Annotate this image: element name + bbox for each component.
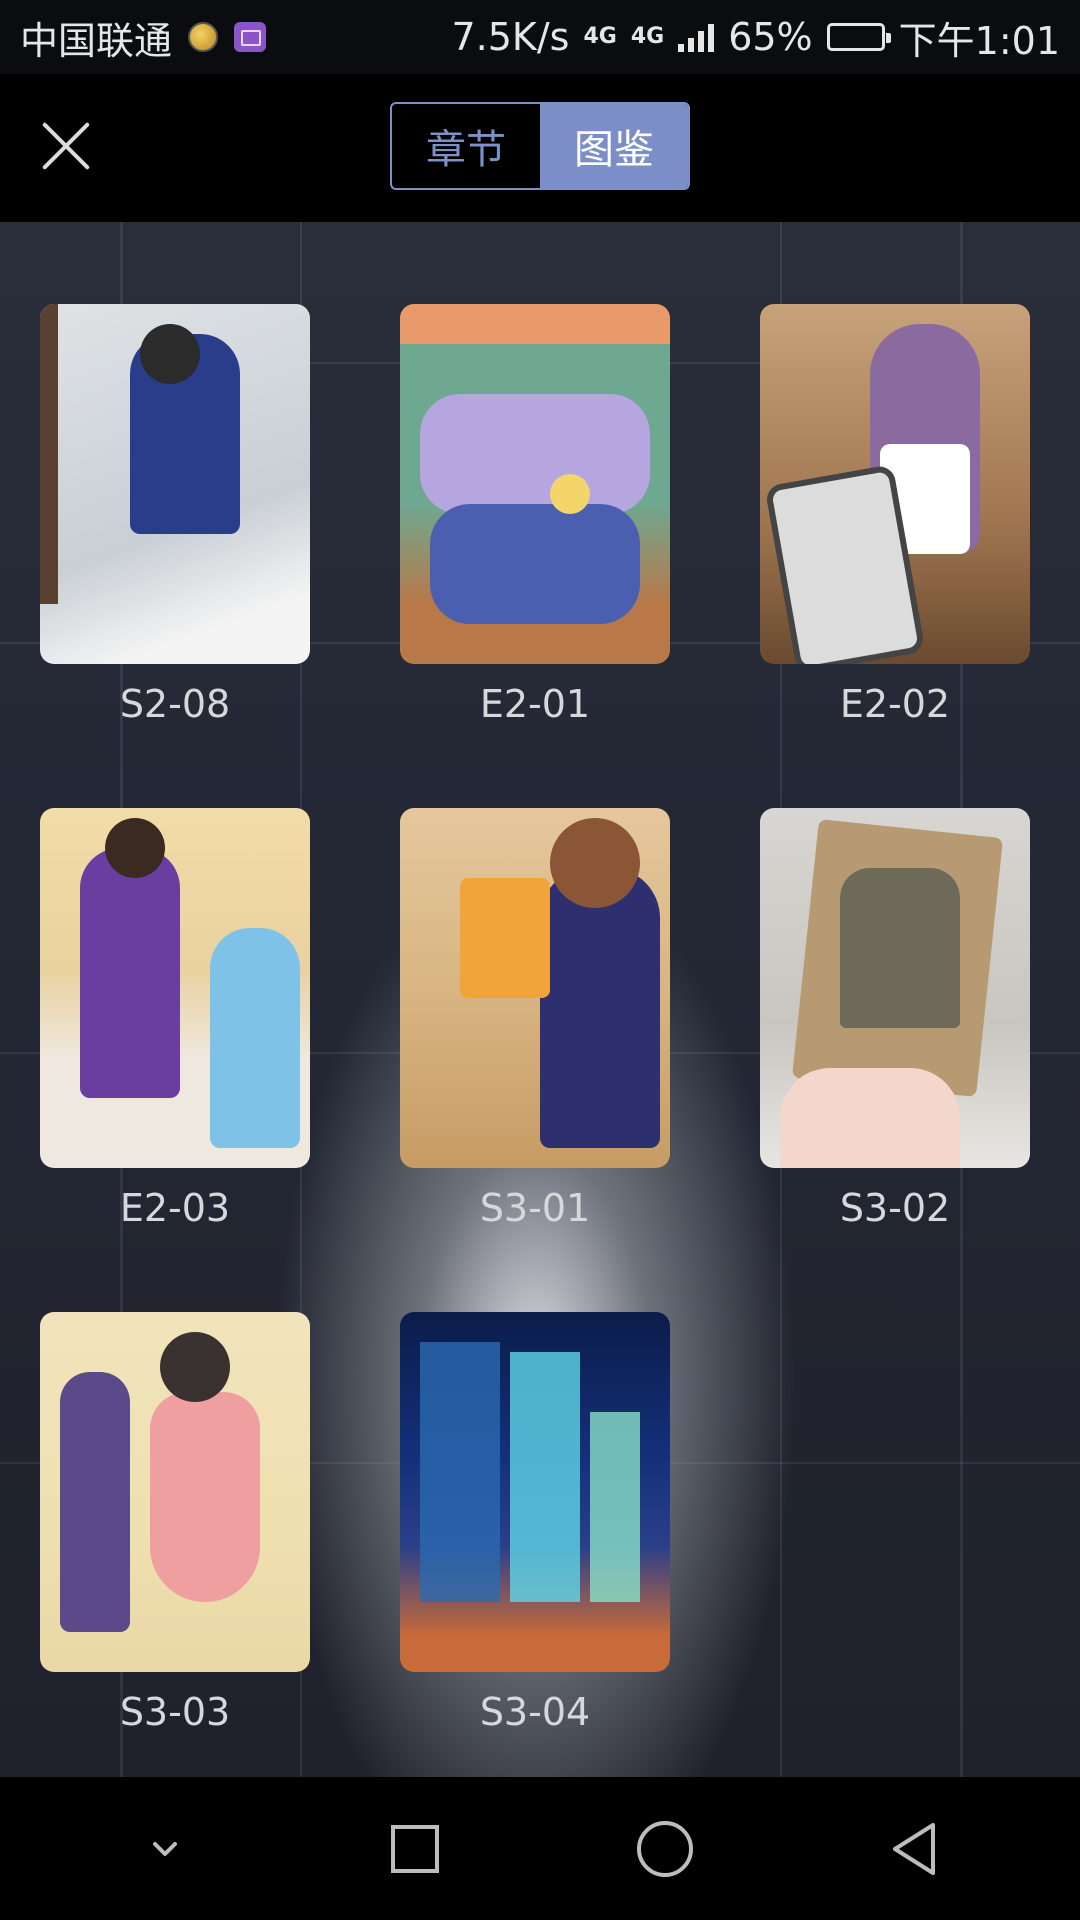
gallery-item: E2-01 xyxy=(400,304,670,726)
close-icon[interactable] xyxy=(38,118,94,174)
battery-percent: 65% xyxy=(728,15,813,59)
gallery-thumbnail[interactable] xyxy=(760,304,1030,664)
app-notification-icon xyxy=(188,22,219,52)
network-type-1: 4G xyxy=(583,24,617,49)
signal-strength-icon xyxy=(678,22,715,52)
gallery-item: E2-03 xyxy=(40,808,310,1230)
tab-gallery[interactable]: 图鉴 xyxy=(540,104,688,188)
gallery-item-label: S3-03 xyxy=(119,1690,231,1734)
chevron-down-icon xyxy=(153,1841,177,1856)
status-bar: 中国联通 7.5K/s 4G 4G 65% 下午1:01 xyxy=(0,0,1080,74)
gallery-thumbnail[interactable] xyxy=(40,808,310,1168)
gallery-thumbnail[interactable] xyxy=(760,808,1030,1168)
gallery-item: S3-03 xyxy=(40,1312,310,1734)
gallery-item: S3-02 xyxy=(760,808,1030,1230)
gallery-thumbnail[interactable] xyxy=(400,808,670,1168)
battery-icon xyxy=(826,23,891,51)
gallery-thumbnail[interactable] xyxy=(400,1312,670,1672)
gallery-item: E2-02 xyxy=(760,304,1030,726)
gallery-content: S2-08 E2-01 E2-02 E2-03 S3-01 S3-02 S3-0… xyxy=(0,222,1080,1777)
gallery-item: S2-08 xyxy=(40,304,310,726)
gallery-thumbnail[interactable] xyxy=(40,304,310,664)
gallery-notification-icon xyxy=(234,22,267,52)
gallery-item: S3-01 xyxy=(400,808,670,1230)
network-speed: 7.5K/s xyxy=(451,15,570,59)
gallery-item-label: S3-04 xyxy=(479,1690,591,1734)
gallery-thumbnail[interactable] xyxy=(40,1312,310,1672)
nav-hide-button[interactable] xyxy=(110,1794,220,1904)
clock: 下午1:01 xyxy=(898,18,1060,63)
navigation-bar xyxy=(0,1777,1080,1920)
gallery-item-label: E2-01 xyxy=(479,682,591,726)
header: 章节 图鉴 xyxy=(0,74,1080,222)
gallery-thumbnail[interactable] xyxy=(400,304,670,664)
nav-back-button[interactable] xyxy=(860,1794,970,1904)
square-icon xyxy=(391,1824,439,1873)
gallery-item-label: S2-08 xyxy=(119,682,231,726)
nav-recents-button[interactable] xyxy=(360,1794,470,1904)
tab-chapters[interactable]: 章节 xyxy=(392,104,540,188)
tab-switcher: 章节 图鉴 xyxy=(390,102,690,190)
gallery-item-label: E2-02 xyxy=(839,682,951,726)
carrier-name: 中国联通 xyxy=(20,18,173,63)
gallery-item-label: E2-03 xyxy=(119,1186,231,1230)
network-type-2: 4G xyxy=(630,24,665,49)
circle-icon xyxy=(637,1820,693,1877)
gallery-item-label: S3-02 xyxy=(839,1186,951,1230)
gallery-item-label: S3-01 xyxy=(479,1186,591,1230)
gallery-item: S3-04 xyxy=(400,1312,670,1734)
nav-home-button[interactable] xyxy=(610,1794,720,1904)
triangle-back-icon xyxy=(893,1822,935,1875)
